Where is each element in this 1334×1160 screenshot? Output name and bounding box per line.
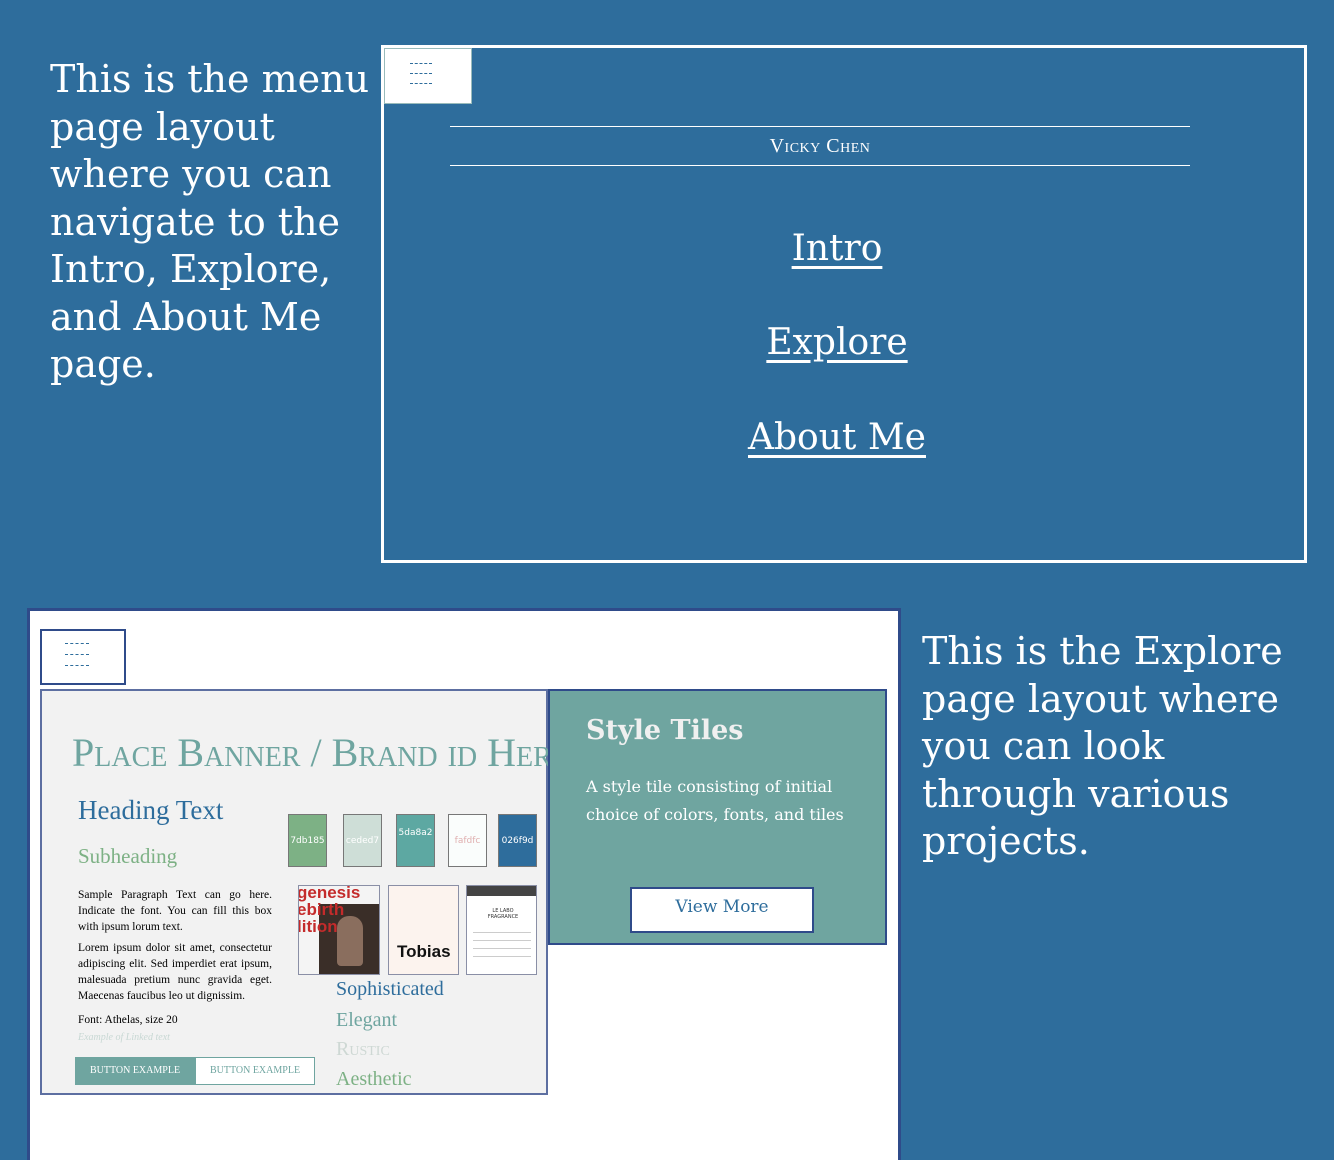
button-example-filled[interactable]: BUTTON EXAMPLE: [75, 1057, 195, 1085]
menu-link-intro[interactable]: Intro: [384, 228, 1290, 269]
color-swatch: ceded7: [343, 814, 382, 867]
sample-paragraph: Sample Paragraph Text can go here. Indic…: [78, 889, 272, 933]
style-tiles-card: Style Tiles A style tile consisting of i…: [548, 689, 887, 945]
heading-sample: Heading Text: [78, 795, 224, 825]
menu-link-explore[interactable]: Explore: [384, 322, 1290, 363]
color-swatch: 026f9d: [498, 814, 537, 867]
font-label: Font: Athelas, size 20: [78, 1014, 178, 1026]
mood-word: Aesthetic: [336, 1068, 412, 1090]
hamburger-menu-icon[interactable]: [40, 629, 126, 685]
hamburger-menu-icon[interactable]: [384, 48, 472, 104]
lelabo-thumb-text: LE LABO FRAGRANCE: [487, 908, 519, 920]
tobias-thumb-text: Tobias: [397, 942, 451, 961]
subheading-sample: Subheading: [78, 844, 178, 868]
color-swatch: 7db185: [288, 814, 327, 867]
linked-text-example[interactable]: Example of Linked text: [78, 1032, 170, 1043]
mood-word: Elegant: [336, 1009, 398, 1031]
view-more-button[interactable]: View More: [630, 887, 814, 933]
genesis-thumb-text: genesis ebirth lition: [298, 885, 361, 936]
project-thumbnail-genesis[interactable]: genesis ebirth lition: [298, 885, 380, 975]
card-title: Style Tiles: [586, 715, 744, 746]
lorem-paragraph: Lorem ipsum dolor sit amet, consectetur …: [78, 942, 272, 1002]
color-swatch: 5da8a2: [396, 814, 435, 867]
card-description: A style tile consisting of initial choic…: [586, 777, 844, 824]
mood-word: Rustic: [336, 1038, 390, 1060]
banner-title: Place Banner / Brand id Here: [72, 730, 569, 775]
mood-word: Sophisticated: [336, 978, 444, 1000]
style-tile-preview: Place Banner / Brand id Here Heading Tex…: [40, 689, 569, 1095]
project-thumbnail-lelabo[interactable]: LE LABO FRAGRANCE: [466, 885, 537, 975]
menu-link-about-me[interactable]: About Me: [384, 417, 1290, 458]
menu-layout-caption: This is the menu page layout where you c…: [50, 57, 370, 386]
color-swatch: fafdfc: [448, 814, 487, 867]
explore-page-mockup: Place Banner / Brand id Here Heading Tex…: [27, 608, 901, 1160]
explore-layout-caption: This is the Explore page layout where yo…: [922, 629, 1283, 863]
site-name: Vicky Chen: [450, 126, 1190, 166]
button-example-outline[interactable]: BUTTON EXAMPLE: [195, 1057, 315, 1085]
menu-page-mockup: Vicky Chen Intro Explore About Me: [381, 45, 1307, 563]
project-thumbnail-tobias[interactable]: Tobias: [388, 885, 459, 975]
